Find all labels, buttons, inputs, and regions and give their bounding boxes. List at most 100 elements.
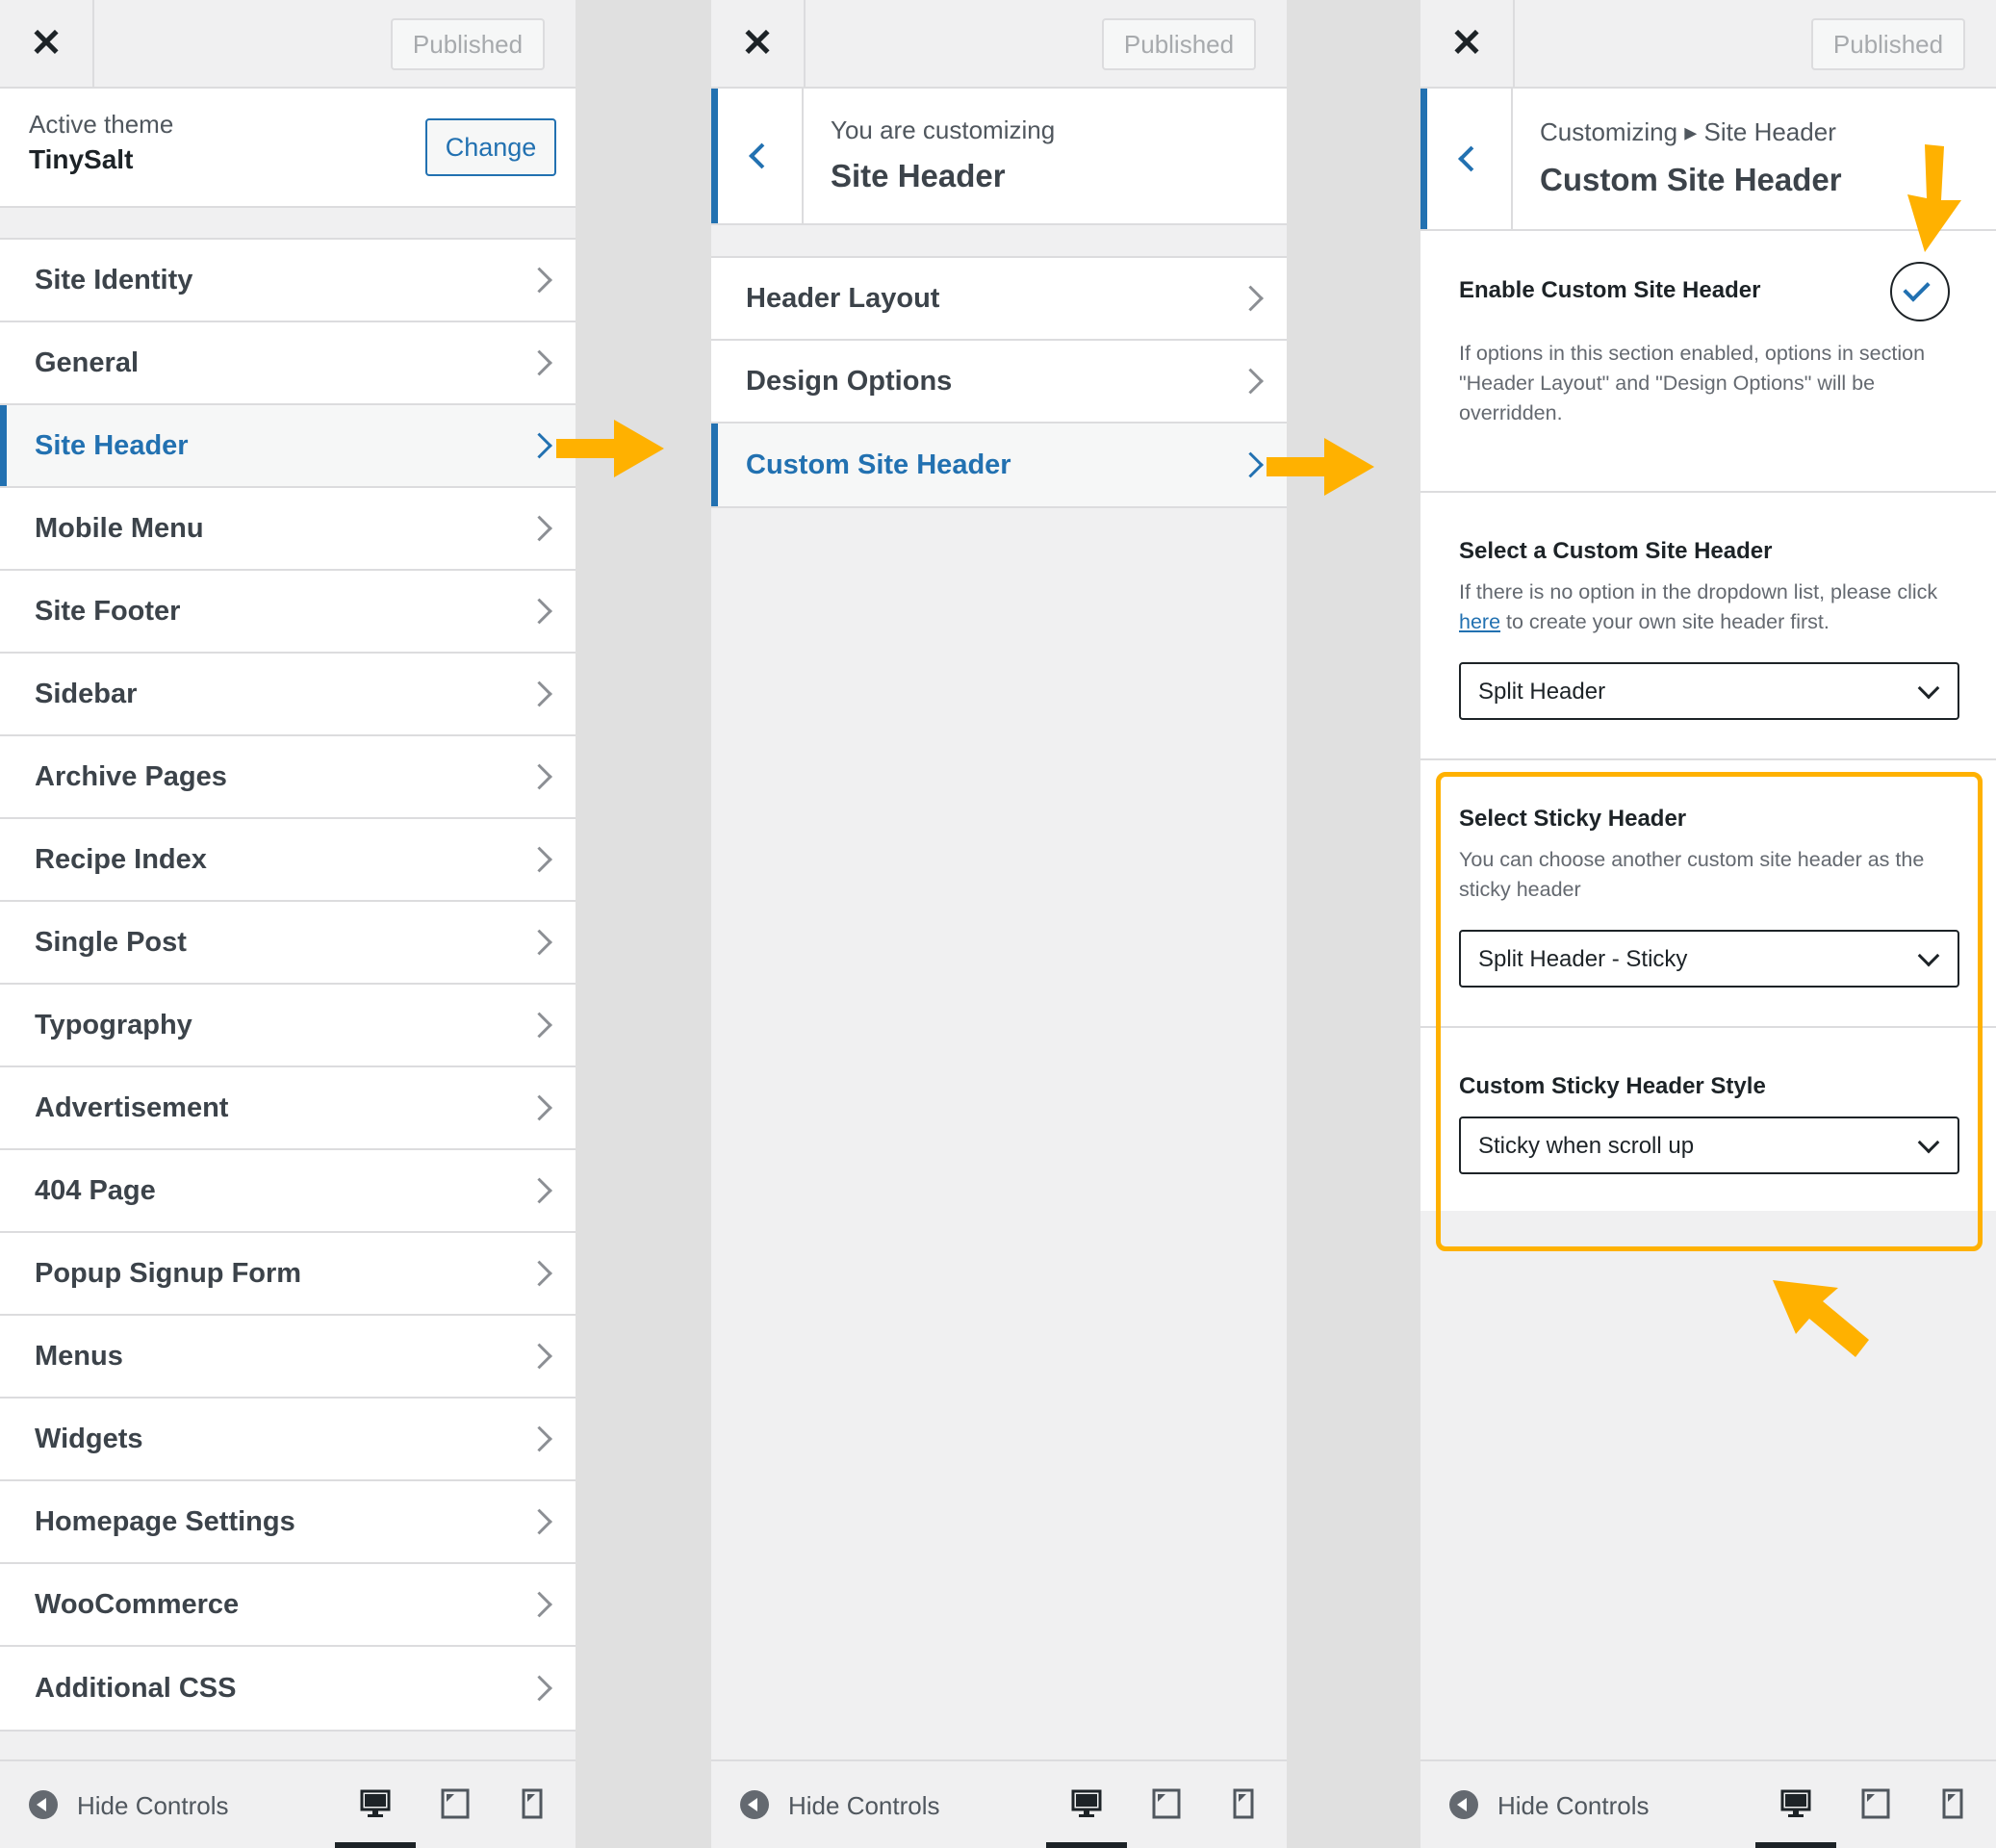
top-bar: ✕ Published [1420, 0, 1996, 89]
footer-bar: Hide Controls [711, 1759, 1287, 1848]
section-item-label: Homepage Settings [35, 1505, 295, 1537]
section-item-label: Typography [35, 1009, 192, 1040]
select-sticky-header-title: Select Sticky Header [1459, 806, 1687, 832]
tablet-preview-button[interactable] [1836, 1761, 1917, 1848]
section-title: Site Header [831, 158, 1006, 193]
chevron-right-icon [1238, 451, 1264, 478]
section-item-label: Design Options [746, 365, 953, 397]
close-icon[interactable]: ✕ [0, 0, 94, 87]
footer-bar: Hide Controls [0, 1759, 576, 1848]
section-item-woocommerce[interactable]: WooCommerce [0, 1562, 576, 1645]
desktop-preview-button[interactable] [1755, 1761, 1836, 1848]
section-item-site-identity[interactable]: Site Identity [0, 238, 576, 321]
select-custom-header-control: Select a Custom Site Header If there is … [1420, 493, 1996, 760]
close-icon[interactable]: ✕ [711, 0, 806, 87]
chevron-right-icon [526, 1260, 552, 1287]
chevron-right-icon [526, 1508, 552, 1535]
section-item-label: Popup Signup Form [35, 1257, 302, 1289]
subsection-list: Header Layout Design Options Custom Site H… [711, 256, 1287, 508]
section-item-popup-signup-form[interactable]: Popup Signup Form [0, 1231, 576, 1314]
section-list: Site Identity General Site Header Mobile Me… [0, 238, 576, 1732]
section-item-label: Sidebar [35, 678, 138, 709]
section-item-site-footer[interactable]: Site Footer [0, 569, 576, 652]
chevron-right-icon [526, 929, 552, 956]
mobile-preview-button[interactable] [1917, 1761, 1996, 1848]
mobile-preview-button[interactable] [1208, 1761, 1287, 1848]
mobile-preview-button[interactable] [497, 1761, 576, 1848]
desktop-icon [1780, 1789, 1811, 1817]
section-header: You are customizing Site Header [711, 89, 1287, 225]
chevron-right-icon [526, 1343, 552, 1370]
change-theme-button[interactable]: Change [425, 118, 556, 176]
desktop-preview-button[interactable] [335, 1761, 416, 1848]
sticky-header-style-select[interactable]: Sticky when scroll up [1459, 1116, 1959, 1174]
section-item-archive-pages[interactable]: Archive Pages [0, 734, 576, 817]
hide-controls-label[interactable]: Hide Controls [1497, 1791, 1650, 1821]
breadcrumb: Customizing ▸ Site Header [1540, 117, 1836, 146]
section-item-mobile-menu[interactable]: Mobile Menu [0, 486, 576, 569]
custom-header-select[interactable]: Split Header [1459, 662, 1959, 720]
published-button[interactable]: Published [1102, 18, 1256, 70]
section-item-label: Advertisement [35, 1091, 229, 1123]
section-item-label: Site Identity [35, 264, 193, 295]
section-item-additional-css[interactable]: Additional CSS [0, 1645, 576, 1732]
hide-controls-label[interactable]: Hide Controls [77, 1791, 229, 1821]
create-header-link[interactable]: here [1459, 610, 1500, 633]
hide-controls-icon[interactable] [740, 1790, 769, 1819]
enable-custom-header-description: If options in this section enabled, opti… [1459, 342, 1926, 424]
chevron-left-icon [749, 142, 775, 169]
section-item-header-layout[interactable]: Header Layout [711, 256, 1287, 339]
section-item-general[interactable]: General [0, 321, 576, 403]
theme-name: TinySalt [29, 144, 134, 174]
section-item-sidebar[interactable]: Sidebar [0, 652, 576, 734]
chevron-right-icon [526, 267, 552, 294]
section-item-homepage-settings[interactable]: Homepage Settings [0, 1479, 576, 1562]
back-button[interactable] [1420, 89, 1513, 229]
tablet-icon [1861, 1788, 1890, 1819]
tablet-icon [441, 1788, 470, 1819]
tablet-preview-button[interactable] [416, 1761, 497, 1848]
chevron-right-icon [526, 680, 552, 707]
section-item-design-options[interactable]: Design Options [711, 339, 1287, 422]
sticky-header-select-value: Split Header - Sticky [1478, 946, 1688, 972]
published-button[interactable]: Published [1811, 18, 1965, 70]
enable-custom-header-checkbox[interactable] [1890, 262, 1950, 321]
back-button[interactable] [711, 89, 804, 223]
sticky-header-style-select-value: Sticky when scroll up [1478, 1133, 1695, 1159]
select-sticky-header-control: Select Sticky Header You can choose anot… [1420, 760, 1996, 1028]
close-icon[interactable]: ✕ [1420, 0, 1515, 87]
chevron-right-icon [526, 1591, 552, 1618]
chevron-right-icon [526, 1012, 552, 1039]
section-item-menus[interactable]: Menus [0, 1314, 576, 1397]
hide-controls-icon[interactable] [29, 1790, 58, 1819]
section-item-advertisement[interactable]: Advertisement [0, 1065, 576, 1148]
mobile-icon [522, 1788, 543, 1819]
published-button[interactable]: Published [391, 18, 545, 70]
section-item-label: WooCommerce [35, 1588, 240, 1620]
chevron-right-icon [526, 1675, 552, 1702]
arrow-annotation-2 [1267, 438, 1374, 496]
chevron-left-icon [1458, 145, 1484, 172]
section-item-single-post[interactable]: Single Post [0, 900, 576, 983]
section-item-404-page[interactable]: 404 Page [0, 1148, 576, 1231]
tablet-preview-button[interactable] [1127, 1761, 1208, 1848]
sticky-header-select[interactable]: Split Header - Sticky [1459, 930, 1959, 988]
section-item-site-header[interactable]: Site Header [0, 403, 576, 486]
chevron-right-icon [526, 1094, 552, 1121]
chevron-right-icon [526, 432, 552, 459]
section-item-label: Menus [35, 1340, 123, 1372]
select-custom-header-title: Select a Custom Site Header [1459, 538, 1773, 564]
desktop-preview-button[interactable] [1046, 1761, 1127, 1848]
sticky-header-style-title: Custom Sticky Header Style [1459, 1073, 1766, 1099]
dropdown-icon [1917, 1131, 1940, 1154]
section-item-widgets[interactable]: Widgets [0, 1397, 576, 1479]
section-item-label: Widgets [35, 1423, 143, 1454]
arrow-annotation-1 [556, 420, 664, 477]
section-item-recipe-index[interactable]: Recipe Index [0, 817, 576, 900]
sticky-header-style-control: Custom Sticky Header Style Sticky when s… [1420, 1028, 1996, 1211]
section-item-custom-site-header[interactable]: Custom Site Header [711, 422, 1287, 508]
hide-controls-icon[interactable] [1449, 1790, 1478, 1819]
section-item-typography[interactable]: Typography [0, 983, 576, 1065]
hide-controls-label[interactable]: Hide Controls [788, 1791, 940, 1821]
active-theme-box: Active theme TinySalt Change [0, 89, 576, 208]
